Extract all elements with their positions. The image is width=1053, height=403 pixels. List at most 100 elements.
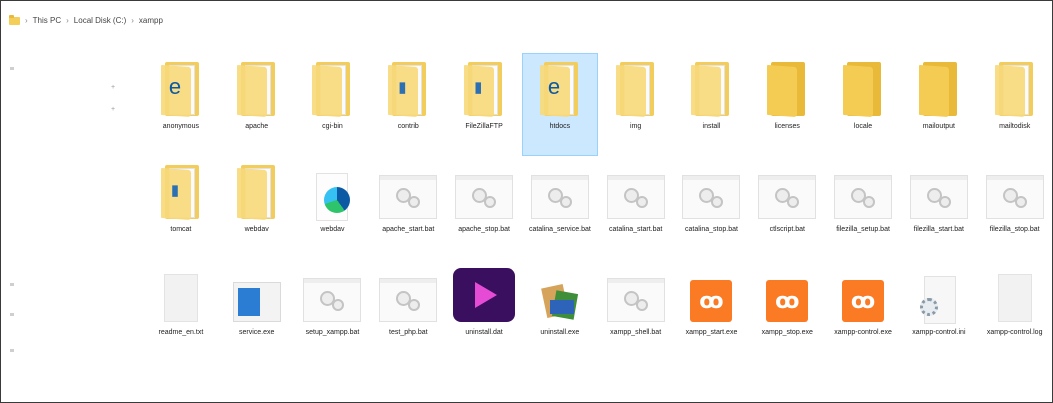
xampp-icon: ꝏ: [832, 262, 894, 322]
file-name-label: service.exe: [238, 329, 275, 336]
file-name-label: cgi-bin: [322, 123, 343, 130]
file-item[interactable]: uninstall.dat: [446, 259, 522, 362]
file-item[interactable]: locale: [825, 53, 901, 156]
file-item[interactable]: filezilla_setup.bat: [825, 156, 901, 259]
file-item[interactable]: ▮ contrib: [370, 53, 446, 156]
file-name-label: catalina_start.bat: [609, 226, 663, 233]
batch-file-icon: [377, 262, 439, 322]
file-name-label: mailoutput: [922, 123, 955, 130]
nav-item[interactable]: [10, 283, 14, 286]
file-item[interactable]: filezilla_start.bat: [901, 156, 977, 259]
file-name-label: xampp-control.ini: [912, 329, 966, 336]
file-name-label: apache_start.bat: [382, 226, 435, 233]
navigation-pane[interactable]: [1, 43, 101, 402]
folder-edge-icon: e: [529, 56, 591, 118]
file-item[interactable]: catalina_service.bat: [522, 156, 598, 259]
file-name-label: anonymous: [162, 123, 199, 130]
file-item[interactable]: catalina_start.bat: [598, 156, 674, 259]
xampp-icon: ꝏ: [680, 262, 742, 322]
file-name-label: readme_en.txt: [158, 329, 204, 336]
file-item[interactable]: licenses: [749, 53, 825, 156]
folder-icon: [680, 56, 742, 118]
address-bar[interactable]: › This PC › Local Disk (C:) › xampp: [1, 1, 1052, 43]
file-name-label: webdav: [244, 226, 269, 233]
folder-icon: [226, 159, 288, 221]
file-item[interactable]: webdav: [295, 156, 371, 259]
folder-icon: ▮: [377, 56, 439, 118]
file-name-label: filezilla_stop.bat: [989, 226, 1040, 233]
file-name-label: catalina_service.bat: [528, 226, 591, 233]
folder-icon: ▮: [150, 159, 212, 221]
file-item[interactable]: apache_start.bat: [370, 156, 446, 259]
file-item[interactable]: ctlscript.bat: [749, 156, 825, 259]
xampp-icon: ꝏ: [756, 262, 818, 322]
folder-icon: [984, 56, 1046, 118]
file-item[interactable]: cgi-bin: [295, 53, 371, 156]
file-name-label: filezilla_start.bat: [913, 226, 964, 233]
breadcrumb-item-this-pc[interactable]: This PC: [33, 16, 61, 25]
nav-item[interactable]: [10, 349, 14, 352]
file-name-label: tomcat: [170, 226, 192, 233]
file-name-label: locale: [853, 123, 873, 130]
file-list: e anonymous apache cgi-bin ▮ contrib ▮ FileZill…: [143, 53, 1052, 362]
file-item[interactable]: ▮ tomcat: [143, 156, 219, 259]
file-item[interactable]: ꝏ xampp_stop.exe: [749, 259, 825, 362]
file-name-label: apache_stop.bat: [458, 226, 510, 233]
file-item[interactable]: img: [598, 53, 674, 156]
file-name-label: uninstall.dat: [465, 329, 503, 336]
exe-file-icon: [226, 262, 288, 322]
file-name-label: licenses: [774, 123, 800, 130]
file-name-label: mailtodisk: [999, 123, 1031, 130]
file-item[interactable]: catalina_stop.bat: [674, 156, 750, 259]
file-item[interactable]: mailoutput: [901, 53, 977, 156]
nav-item[interactable]: [10, 313, 14, 316]
edge-file-icon: [301, 159, 363, 221]
file-explorer-window: › This PC › Local Disk (C:) › xampp + + …: [0, 0, 1053, 403]
folder-icon: [832, 56, 894, 118]
file-item[interactable]: uninstall.exe: [522, 259, 598, 362]
folder-icon: [301, 56, 363, 118]
file-item[interactable]: e anonymous: [143, 53, 219, 156]
chevron-right-icon: ›: [25, 16, 28, 25]
file-item[interactable]: setup_xampp.bat: [295, 259, 371, 362]
batch-file-icon: [984, 159, 1046, 219]
file-item[interactable]: filezilla_stop.bat: [977, 156, 1052, 259]
file-item[interactable]: xampp-control.log: [977, 259, 1052, 362]
text-file-icon: [984, 262, 1046, 322]
batch-file-icon: [377, 159, 439, 219]
file-item[interactable]: mailtodisk: [977, 53, 1052, 156]
folder-icon: [226, 56, 288, 118]
file-item[interactable]: apache_stop.bat: [446, 156, 522, 259]
config-file-icon: [908, 262, 970, 324]
file-item[interactable]: service.exe: [219, 259, 295, 362]
batch-file-icon: [529, 159, 591, 219]
breadcrumb-item-local-disk[interactable]: Local Disk (C:): [74, 16, 126, 25]
file-item[interactable]: xampp-control.ini: [901, 259, 977, 362]
batch-file-icon: [605, 262, 667, 322]
file-item[interactable]: ꝏ xampp_start.exe: [674, 259, 750, 362]
file-item[interactable]: readme_en.txt: [143, 259, 219, 362]
file-item[interactable]: install: [674, 53, 750, 156]
file-item[interactable]: ꝏ xampp-control.exe: [825, 259, 901, 362]
file-name-label: htdocs: [549, 123, 571, 130]
file-item[interactable]: e htdocs: [521, 53, 598, 156]
file-item[interactable]: test_php.bat: [370, 259, 446, 362]
file-name-label: test_php.bat: [389, 329, 428, 336]
file-item[interactable]: webdav: [219, 156, 295, 259]
batch-file-icon: [680, 159, 742, 219]
folder-edge-icon: e: [150, 56, 212, 118]
batch-file-icon: [453, 159, 515, 219]
file-item[interactable]: xampp_shell.bat: [598, 259, 674, 362]
breadcrumb: › This PC › Local Disk (C:) › xampp: [9, 14, 163, 25]
file-name-label: webdav: [320, 226, 345, 233]
nav-item[interactable]: [10, 67, 14, 70]
file-item[interactable]: ▮ FileZillaFTP: [446, 53, 522, 156]
breadcrumb-item-xampp[interactable]: xampp: [139, 16, 163, 25]
file-name-label: setup_xampp.bat: [305, 329, 360, 336]
batch-file-icon: [301, 262, 363, 322]
file-item[interactable]: apache: [219, 53, 295, 156]
folder-icon: ▮: [453, 56, 515, 118]
file-name-label: xampp_stop.exe: [761, 329, 813, 336]
pin-icon: +: [111, 106, 116, 113]
file-name-label: ctlscript.bat: [769, 226, 805, 233]
